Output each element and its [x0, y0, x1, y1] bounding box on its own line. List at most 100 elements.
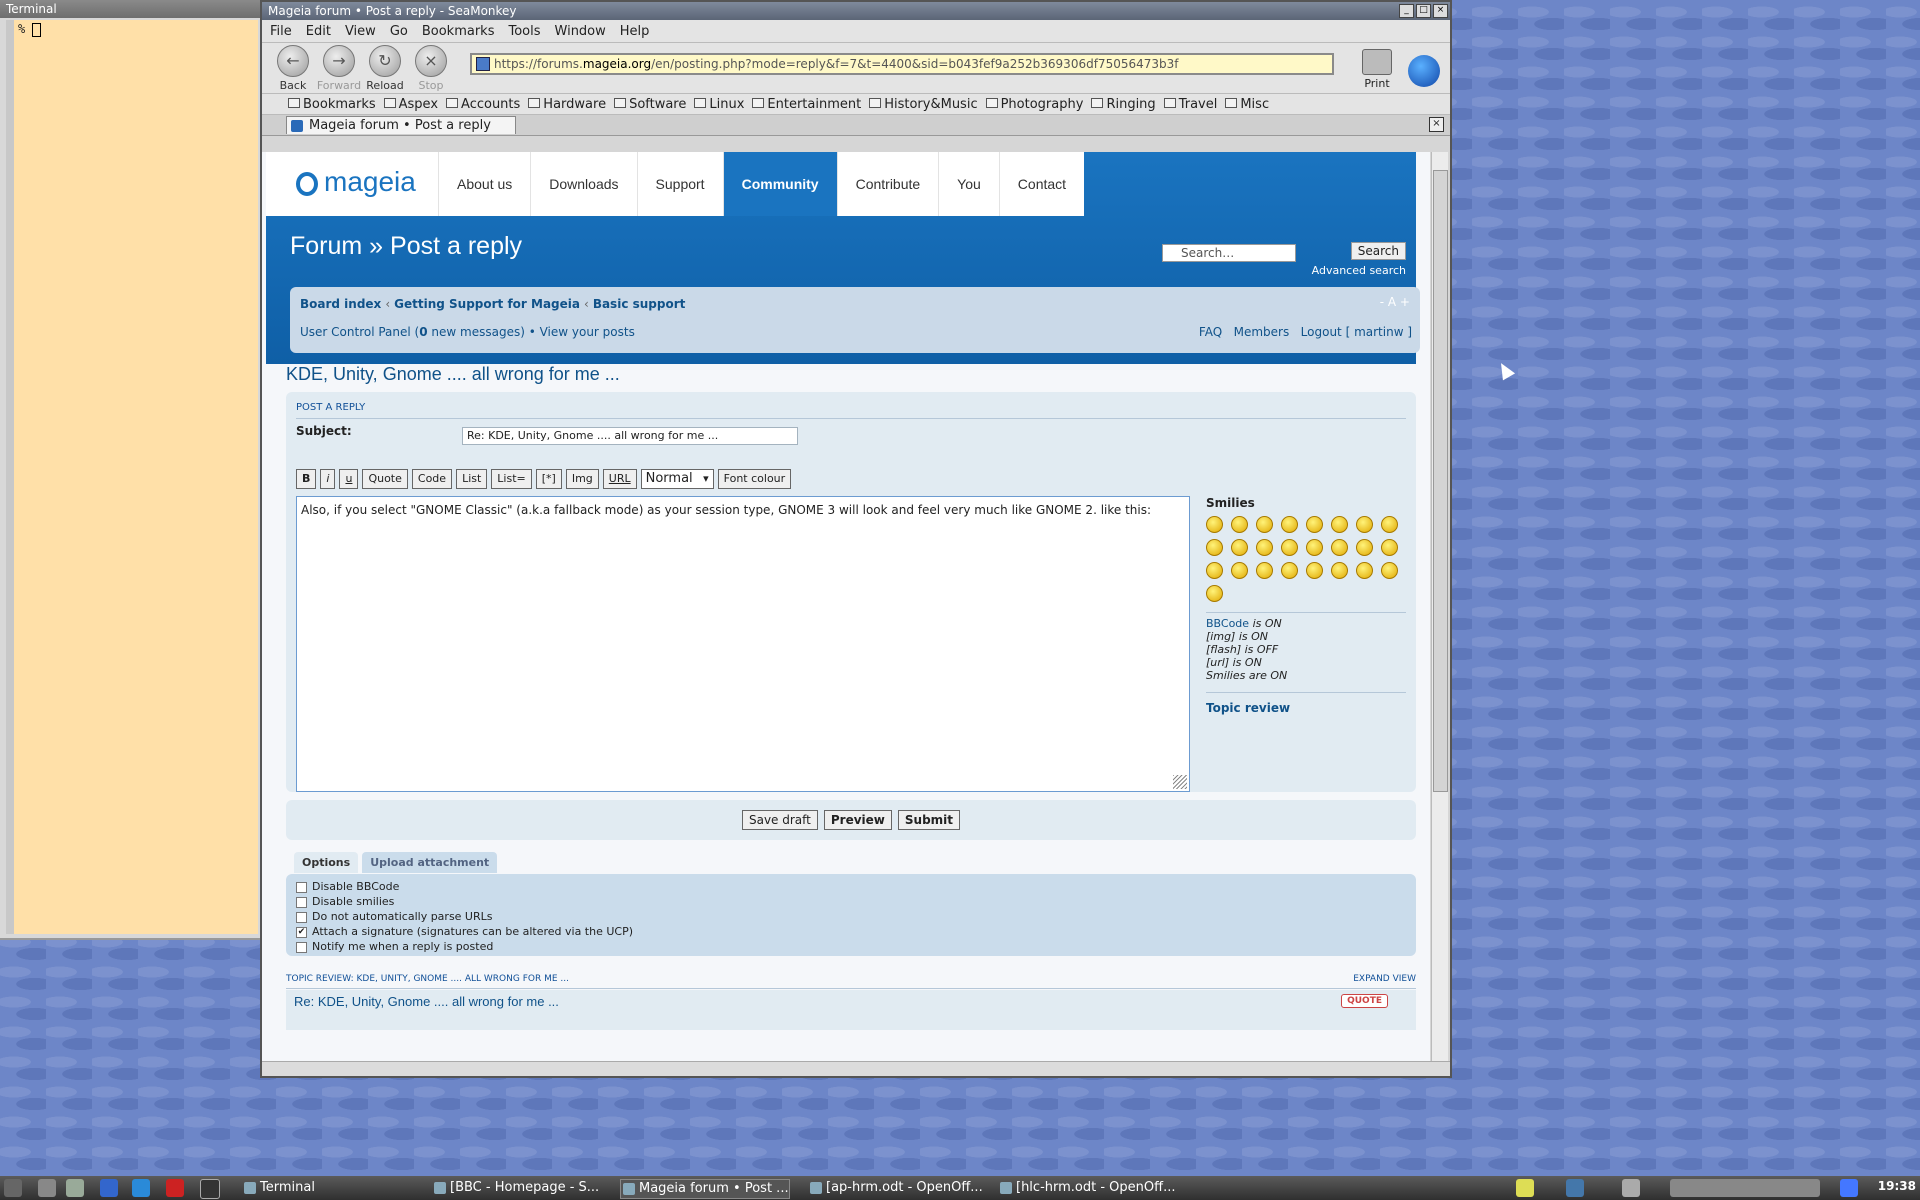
taskbar-item-bbc[interactable]: [BBC - Homepage - S... [432, 1179, 599, 1197]
taskbar-item-mageia-forum[interactable]: Mageia forum • Post ... [620, 1179, 790, 1199]
checkbox-checked[interactable]: ✔ [296, 926, 307, 938]
stop-button[interactable]: × Stop [408, 44, 454, 92]
bookmark-folder-history-music[interactable]: History&Music [869, 97, 977, 112]
subject-field[interactable]: Re: KDE, Unity, Gnome .... all wrong for… [462, 427, 798, 445]
bookmark-folder-accounts[interactable]: Accounts [446, 97, 520, 112]
window-titlebar[interactable]: Mageia forum • Post a reply - SeaMonkey … [262, 2, 1450, 20]
bookmark-folder-linux[interactable]: Linux [694, 97, 744, 112]
url-button[interactable]: URL [602, 469, 637, 489]
menu-window[interactable]: Window [555, 24, 606, 39]
breadcrumb-getting-support[interactable]: Getting Support for Mageia [394, 297, 580, 311]
smiley-icon[interactable] [1306, 539, 1323, 556]
menu-tools[interactable]: Tools [508, 24, 540, 39]
tab-mageia-forum[interactable]: Mageia forum • Post a reply [286, 116, 516, 134]
font-colour-button[interactable]: Font colour [717, 469, 792, 489]
smiley-icon[interactable] [1356, 539, 1373, 556]
notification-icon[interactable] [1516, 1179, 1534, 1197]
message-textarea[interactable]: Also, if you select "GNOME Classic" (a.k… [296, 496, 1190, 792]
terminal-body[interactable]: % [6, 20, 258, 934]
smiley-icon[interactable] [1256, 562, 1273, 579]
ordered-list-button[interactable]: List= [491, 469, 532, 489]
bbcode-link[interactable]: BBCode [1206, 617, 1249, 630]
forward-button[interactable]: → Forward [316, 44, 362, 92]
seamonkey-launcher-icon[interactable] [100, 1179, 118, 1197]
taskbar-item-hlc-hrm[interactable]: [hlc-hrm.odt - OpenOff... [998, 1179, 1175, 1197]
smiley-icon[interactable] [1206, 516, 1223, 533]
terminal-titlebar[interactable]: Terminal [0, 0, 260, 18]
terminal-window[interactable]: Terminal % [0, 0, 262, 940]
nav-downloads[interactable]: Downloads [530, 152, 636, 216]
smiley-icon[interactable] [1231, 539, 1248, 556]
review-post-title[interactable]: Re: KDE, Unity, Gnome .... all wrong for… [294, 994, 559, 1009]
faq-link[interactable]: FAQ [1199, 325, 1222, 339]
option-disable-bbcode[interactable]: Disable BBCode [296, 880, 399, 893]
print-button[interactable]: Print [1362, 49, 1392, 90]
new-messages-count[interactable]: 0 [419, 325, 427, 339]
smiley-icon[interactable] [1356, 516, 1373, 533]
smiley-icon[interactable] [1381, 516, 1398, 533]
logout-link[interactable]: Logout [ martinw ] [1301, 325, 1412, 339]
smiley-icon[interactable] [1231, 516, 1248, 533]
search-button[interactable]: Search [1350, 242, 1406, 260]
menu-bookmarks[interactable]: Bookmarks [422, 24, 495, 39]
site-identity-icon[interactable] [476, 57, 490, 71]
mageia-logo[interactable]: mageia [266, 152, 438, 216]
close-window-button[interactable]: × [1433, 4, 1448, 18]
reload-button[interactable]: ↻ Reload [362, 44, 408, 92]
menu-file[interactable]: File [270, 24, 292, 39]
search-input[interactable]: Search… [1162, 244, 1296, 262]
bookmark-folder-hardware[interactable]: Hardware [528, 97, 606, 112]
taskbar-item-terminal[interactable]: Terminal [242, 1179, 315, 1197]
option-notify-reply[interactable]: Notify me when a reply is posted [296, 940, 493, 953]
bookmark-folder-entertainment[interactable]: Entertainment [752, 97, 861, 112]
smiley-icon[interactable] [1381, 562, 1398, 579]
advanced-search-link[interactable]: Advanced search [1312, 264, 1406, 277]
code-button[interactable]: Code [411, 469, 453, 489]
menu-help[interactable]: Help [620, 24, 650, 39]
option-no-parse-urls[interactable]: Do not automatically parse URLs [296, 910, 493, 923]
smiley-icon[interactable] [1256, 539, 1273, 556]
menu-go[interactable]: Go [390, 24, 408, 39]
smiley-icon[interactable] [1306, 516, 1323, 533]
tab-options[interactable]: Options [294, 852, 359, 873]
taskbar-item-ap-hrm[interactable]: [ap-hrm.odt - OpenOff... [808, 1179, 983, 1197]
nav-about-us[interactable]: About us [438, 152, 530, 216]
save-draft-button[interactable]: Save draft [741, 810, 818, 830]
bookmark-folder-ringing[interactable]: Ringing [1091, 97, 1155, 112]
nav-contribute[interactable]: Contribute [836, 152, 939, 216]
smiley-icon[interactable] [1281, 562, 1298, 579]
option-attach-signature[interactable]: ✔ Attach a signature (signatures can be a… [296, 925, 633, 938]
preview-button[interactable]: Preview [823, 810, 892, 830]
checkbox[interactable] [296, 881, 307, 893]
bookmark-folder-aspex[interactable]: Aspex [384, 97, 438, 112]
terminal-launcher-icon[interactable] [200, 1179, 220, 1199]
bookmark-folder-misc[interactable]: Misc [1225, 97, 1269, 112]
view-posts-link[interactable]: new messages) • View your posts [428, 325, 634, 339]
volume-icon[interactable] [1622, 1179, 1640, 1197]
smiley-icon[interactable] [1381, 539, 1398, 556]
option-disable-smilies[interactable]: Disable smilies [296, 895, 394, 908]
smiley-icon[interactable] [1231, 562, 1248, 579]
checkbox[interactable] [296, 941, 307, 953]
font-size-select[interactable]: Normal [640, 469, 714, 489]
checkbox[interactable] [296, 911, 307, 923]
italic-button[interactable]: i [320, 469, 336, 489]
nav-you[interactable]: You [938, 152, 999, 216]
url-bar[interactable]: https://forums.mageia.org/en/posting.php… [470, 53, 1334, 75]
tab-upload-attachment[interactable]: Upload attachment [362, 852, 498, 873]
bookmark-folder-photography[interactable]: Photography [986, 97, 1084, 112]
nav-support[interactable]: Support [636, 152, 723, 216]
back-button[interactable]: ← Back [270, 44, 316, 92]
underline-button[interactable]: u [339, 469, 359, 489]
resize-grip-icon[interactable] [1173, 775, 1187, 789]
thunderbird-launcher-icon[interactable] [132, 1179, 150, 1197]
smiley-icon[interactable] [1206, 539, 1223, 556]
close-tab-icon[interactable]: × [1429, 117, 1444, 132]
smiley-icon[interactable] [1331, 562, 1348, 579]
vertical-scrollbar[interactable] [1431, 152, 1448, 1066]
menu-view[interactable]: View [345, 24, 376, 39]
smiley-icon[interactable] [1306, 562, 1323, 579]
img-button[interactable]: Img [565, 469, 599, 489]
smiley-icon[interactable] [1281, 539, 1298, 556]
checkbox[interactable] [296, 896, 307, 908]
